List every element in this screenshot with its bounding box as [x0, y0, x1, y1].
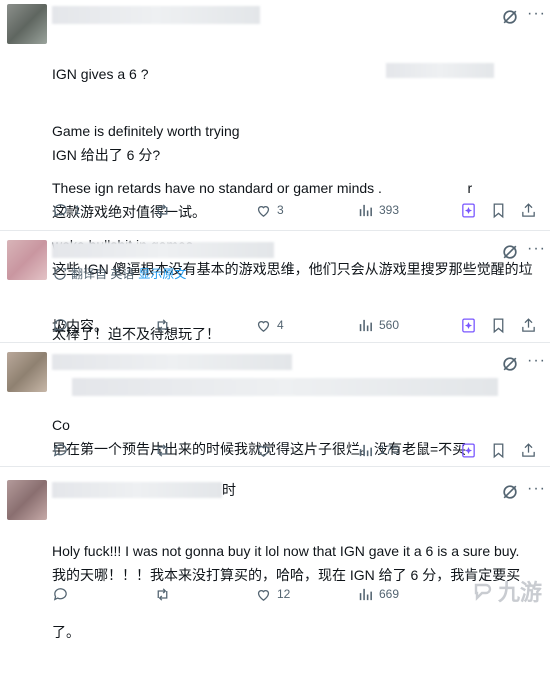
bookmark-icon: [493, 202, 504, 218]
grok-spark-icon: [462, 317, 475, 333]
bookmark-button[interactable]: [490, 314, 507, 336]
like-icon: [257, 320, 270, 332]
post-2[interactable]: ··· 翻译自 英语 显示原文 太棒了！迫不及待想玩了！ 4 560: [0, 232, 550, 343]
like-count: 4: [277, 318, 284, 332]
bookmark-button[interactable]: [490, 439, 507, 461]
reply-icon: [53, 443, 67, 457]
translate-icon: [54, 267, 66, 280]
like-button[interactable]: 3: [255, 199, 284, 221]
grok-action-button[interactable]: [460, 439, 477, 461]
bookmark-icon: [493, 442, 504, 458]
reply-icon: [53, 318, 67, 332]
grok-spark-icon: [462, 202, 475, 218]
translation-notice: 翻译自 英语 显示原文: [53, 265, 186, 282]
grok-icon[interactable]: [500, 482, 520, 502]
text-line: IGN 给出了 6 分?: [52, 147, 161, 163]
view-count: 175: [379, 443, 400, 457]
view-count: 560: [379, 318, 400, 332]
reply-icon: [53, 203, 67, 217]
repost-button[interactable]: [154, 314, 176, 336]
reply-icon: [53, 587, 67, 601]
watermark-logo-icon: [474, 583, 492, 601]
reply-count: 1: [74, 203, 81, 217]
repost-button[interactable]: [154, 439, 176, 461]
share-icon: [522, 202, 535, 217]
redacted-text: [72, 378, 498, 396]
show-original-link[interactable]: 显示原文: [138, 265, 186, 282]
avatar[interactable]: [7, 352, 47, 392]
view-count: 393: [379, 203, 400, 217]
reply-button[interactable]: 1: [52, 199, 81, 221]
repost-icon: [157, 203, 168, 217]
grok-icon[interactable]: [500, 242, 520, 262]
views-icon: [359, 444, 372, 456]
bookmark-button[interactable]: [490, 199, 507, 221]
avatar[interactable]: [7, 4, 47, 44]
views-button[interactable]: 560: [357, 314, 399, 336]
views-button[interactable]: 175: [357, 439, 399, 461]
bookmark-icon: [493, 317, 504, 333]
share-button[interactable]: [520, 439, 537, 461]
like-icon: [257, 445, 270, 457]
grok-spark-icon: [462, 442, 475, 458]
like-icon: [257, 205, 270, 217]
views-icon: [359, 319, 372, 331]
post-3[interactable]: ··· Co 早在第一个预告片出来的时候我就觉得这片子很烂。没有老鼠=不买 17…: [0, 344, 550, 467]
share-button[interactable]: [520, 314, 537, 336]
more-icon[interactable]: ···: [527, 352, 546, 370]
grok-icon[interactable]: [500, 7, 520, 27]
author-name-redacted: [52, 354, 292, 370]
avatar[interactable]: [7, 480, 47, 520]
repost-icon: [157, 587, 168, 601]
author-name-redacted: [52, 6, 260, 24]
like-count: 3: [277, 203, 284, 217]
translate-note: 翻译自 英语: [71, 267, 135, 281]
avatar[interactable]: [7, 240, 47, 280]
grok-action-button[interactable]: [460, 314, 477, 336]
repost-icon: [157, 318, 168, 332]
post-4[interactable]: 时 ··· Holy fuck!!! I was not gonna buy i…: [0, 468, 550, 640]
share-icon: [522, 442, 535, 457]
site-watermark: 九游: [470, 575, 542, 607]
repost-button[interactable]: [154, 583, 176, 605]
like-button[interactable]: 4: [255, 314, 284, 336]
repost-icon: [157, 443, 168, 457]
views-icon: [359, 204, 372, 216]
action-bar: 1 3 393: [52, 199, 542, 221]
like-button[interactable]: 12: [255, 583, 290, 605]
like-count: 12: [277, 587, 291, 601]
repost-button[interactable]: [154, 199, 176, 221]
text-line: 了。: [52, 624, 80, 640]
author-name-redacted: [52, 242, 274, 258]
action-bar: 4 560: [52, 314, 542, 336]
more-icon[interactable]: ···: [527, 240, 546, 258]
views-button[interactable]: 669: [357, 583, 399, 605]
views-icon: [359, 588, 372, 600]
author-name-tail: 时: [222, 482, 236, 498]
reply-button[interactable]: [52, 583, 74, 605]
reply-button[interactable]: [52, 314, 74, 336]
like-icon: [257, 589, 270, 601]
views-button[interactable]: 393: [357, 199, 399, 221]
view-count: 669: [379, 587, 400, 601]
share-icon: [522, 317, 535, 332]
like-button[interactable]: [255, 439, 277, 461]
share-button[interactable]: [520, 199, 537, 221]
grok-action-button[interactable]: [460, 199, 477, 221]
more-icon[interactable]: ···: [527, 480, 546, 498]
grok-icon[interactable]: [500, 354, 520, 374]
reply-button[interactable]: [52, 439, 74, 461]
watermark-text: 九游: [497, 580, 542, 605]
redacted-text: [386, 63, 494, 78]
author-name-redacted: [52, 482, 222, 498]
more-icon[interactable]: ···: [527, 5, 546, 23]
action-bar: 175: [52, 439, 542, 461]
post-1[interactable]: ··· IGN gives a 6 ? Game is definitely w…: [0, 0, 550, 334]
action-bar: 12 669: [52, 583, 542, 605]
